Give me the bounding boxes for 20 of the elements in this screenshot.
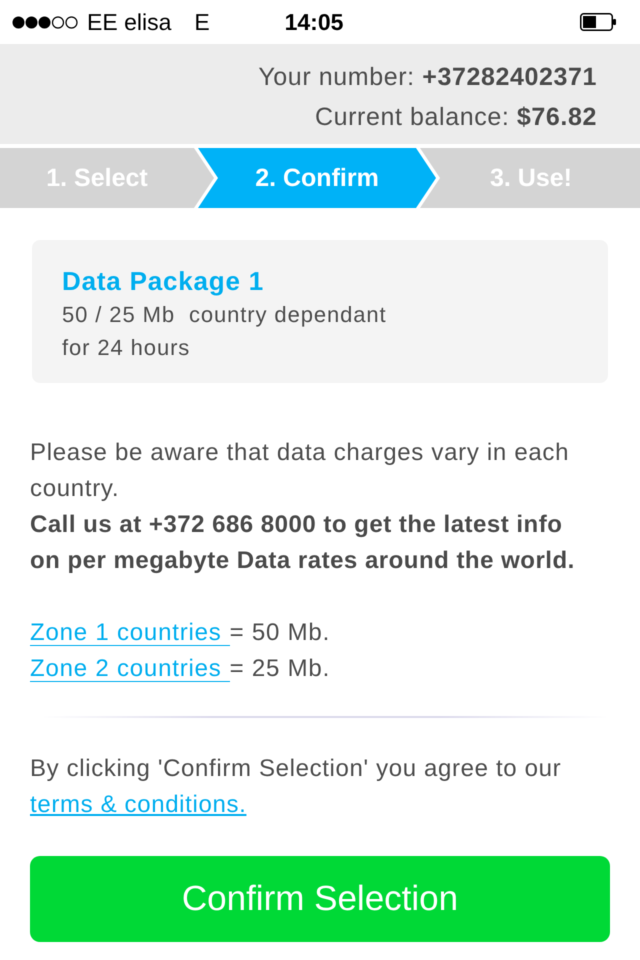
package-detail: for 24 hours — [62, 334, 192, 362]
zone-size-text: = 25 Mb. — [230, 654, 330, 684]
zone-link[interactable]: Zone 1 countries — [30, 620, 230, 646]
step-tab[interactable]: 2. Confirm — [198, 148, 436, 208]
phone-number-text: Your number: +37282402371 — [258, 62, 597, 93]
zone-link[interactable]: Zone 2 countries — [30, 656, 230, 682]
signal-strength-icon — [12, 16, 78, 28]
status-time: 14:05 — [284, 8, 344, 36]
call-us-text: Call us at +372 686 8000 to get the latest info on per megabyte Data rates around the world. — [30, 510, 576, 576]
balance-text: Current balance: $76.82 — [314, 102, 597, 133]
carrier-name: EE elisa — [87, 8, 172, 36]
battery-icon — [580, 13, 616, 31]
confirm-button[interactable]: Confirm Selection — [30, 856, 610, 942]
terms-link[interactable]: terms & conditions. — [30, 791, 246, 818]
package-title: Data Package 1 — [62, 265, 265, 298]
network-type: E — [194, 8, 210, 36]
notice-text: Please be aware that data charges vary in each country. — [30, 438, 570, 504]
terms-text: By clicking 'Confirm Selection' you agree to our terms & conditions. — [30, 754, 562, 820]
package-detail: 50 / 25 Mb country dependant — [62, 301, 388, 329]
zone-size-text: = 50 Mb. — [230, 618, 330, 648]
